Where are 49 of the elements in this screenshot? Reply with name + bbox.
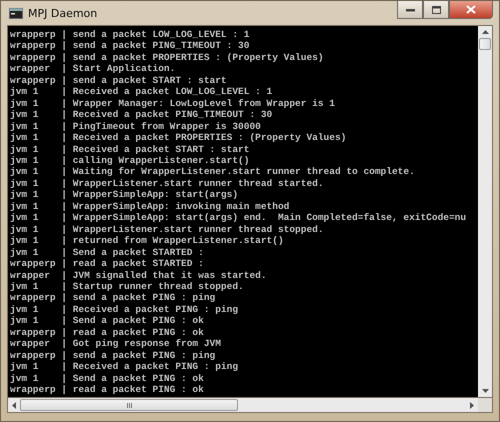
console-line: jvm 1 | WrapperListener.start runner thread started. xyxy=(10,178,325,190)
console-line: jvm 1 | calling WrapperListener.start() xyxy=(10,154,250,166)
console-line: wrapperp | send a packet PING : ping xyxy=(10,292,216,304)
scroll-left-icon[interactable] xyxy=(12,402,16,408)
console-line: jvm 1 | Send a packet STARTED : xyxy=(10,246,205,258)
minimize-button[interactable] xyxy=(397,1,423,19)
console-line: jvm 1 | PingTimeout from Wrapper is 30000 xyxy=(10,120,262,132)
horizontal-scrollbar[interactable] xyxy=(7,398,493,413)
console-line: jvm 1 | Received a packet PING : ping xyxy=(10,304,240,316)
console-line: wrapperp | send a packet PROPERTIES : (Property Values) xyxy=(10,52,325,64)
scroll-up-icon[interactable] xyxy=(482,30,488,34)
console-line: jvm 1 | Received a packet LOW_LOG_LEVEL : 1 xyxy=(10,86,274,98)
console-icon xyxy=(9,8,23,18)
close-button[interactable] xyxy=(449,1,493,19)
console-line: jvm 1 | Waiting for WrapperListener.start runner thread to complete. xyxy=(10,166,416,178)
console-line: wrapperp | send a packet PING : ping xyxy=(10,350,216,362)
console-line: jvm 1 | WrapperSimpleApp: invoking main method xyxy=(10,200,290,212)
console-line: jvm 1 | Send a packet PING : ok xyxy=(10,315,205,327)
console-line: jvm 1 | Received a packet PING_TIMEOUT : 30 xyxy=(10,109,274,121)
console-line: wrapperp | send a packet PING_TIMEOUT : 30 xyxy=(10,40,250,52)
size-grip[interactable] xyxy=(478,398,492,412)
minimize-icon xyxy=(406,8,414,12)
console-line: wrapperp | send a packet LOW_LOG_LEVEL : 1 xyxy=(10,29,250,40)
window-title: MPJ Daemon xyxy=(28,6,98,20)
console-line: wrapperp | send a packet START : start xyxy=(10,74,228,86)
close-icon xyxy=(466,5,476,14)
console-line: wrapperp | read a packet PING : ok xyxy=(10,384,205,396)
console-line: wrapperp | read a packet STARTED : xyxy=(10,258,205,270)
console-line: jvm 1 | WrapperListener.start runner thread stopped. xyxy=(10,224,325,236)
console-line: wrapper | Start Application. xyxy=(10,63,176,75)
vertical-scrollbar[interactable] xyxy=(478,26,492,397)
console-line: jvm 1 | WrapperSimpleApp: start(args) xyxy=(10,189,240,201)
scroll-thumb[interactable] xyxy=(479,38,491,50)
console-line: jvm 1 | Wrapper Manager: LowLogLevel from Wrapper is 1 xyxy=(10,98,336,110)
console-line: jvm 1 | Startup runner thread stopped. xyxy=(10,280,245,292)
console-line: wrapper | JVM signalled that it was started. xyxy=(10,270,268,281)
console-line: jvm 1 | Send a packet PING : ok xyxy=(10,372,205,384)
console-line: wrapper | Got ping response from JVM xyxy=(10,338,222,350)
scroll-down-icon[interactable] xyxy=(482,389,488,393)
scroll-thumb[interactable] xyxy=(20,399,238,411)
console-line: wrapperp | read a packet PING : ok xyxy=(10,326,205,338)
maximize-button[interactable] xyxy=(423,1,449,19)
console-line: jvm 1 | WrapperSimpleApp: start(args) end. Main Completed=false, exitCode=nu xyxy=(10,212,468,224)
console-line: jvm 1 | Received a packet PING : ping xyxy=(10,361,240,373)
scroll-right-icon[interactable] xyxy=(470,402,474,408)
console-line: jvm 1 | Received a packet PROPERTIES : (Property Values) xyxy=(10,132,348,144)
maximize-icon xyxy=(432,6,440,14)
console-line: jvm 1 | returned from WrapperListener.start() xyxy=(10,235,285,247)
console-line: jvm 1 | Received a packet START : start xyxy=(10,144,250,155)
